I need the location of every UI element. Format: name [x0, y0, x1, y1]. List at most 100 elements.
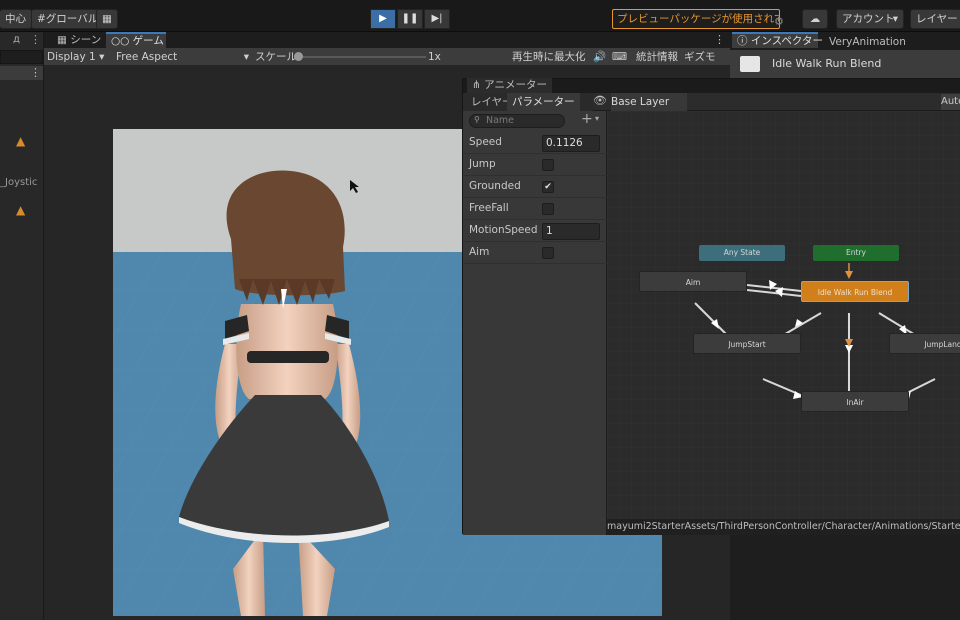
tab-animator-label: アニメーター — [484, 79, 547, 91]
chevron-down-icon: ▾ — [243, 51, 249, 63]
parameter-row[interactable]: FreeFall — [463, 198, 607, 220]
tab-very-animation[interactable]: VeryAnimation — [824, 34, 911, 50]
gizmos-dropdown[interactable]: ギズモ — [684, 48, 716, 66]
tab-inspector[interactable]: ⓘ インスペクター — [732, 32, 823, 48]
parameter-row[interactable]: Jump — [463, 154, 607, 176]
animator-controller-path: mayumi2StarterAssets/ThirdPersonControll… — [607, 519, 960, 535]
parameter-row[interactable]: Speed 0.1126 — [463, 132, 607, 154]
stats-toggle[interactable]: 統計情報 — [636, 48, 678, 66]
parameter-value-field[interactable]: 0.1126 — [542, 135, 600, 152]
parameter-checkbox[interactable] — [542, 247, 554, 259]
animator-tabbar: ⋔ アニメーター — [463, 78, 960, 93]
chevron-down-icon: ▾ — [99, 51, 105, 63]
step-icon: ▶| — [431, 13, 443, 24]
pause-icon: ❚❚ — [401, 13, 419, 24]
chevron-down-icon[interactable]: ▾ — [595, 114, 599, 123]
keyboard-icon[interactable]: ⌨ — [612, 48, 627, 66]
preview-package-notice[interactable]: プレビューパッケージが使用されています — [612, 9, 780, 29]
tab-inspector-label: インスペクター — [750, 35, 823, 47]
pause-button[interactable]: ❚❚ — [397, 9, 423, 29]
grid-snap-button[interactable]: ▦ — [96, 9, 118, 29]
eye-icon[interactable]: 👁 — [593, 94, 607, 107]
animator-subtabs: レイヤー パラメーター — [463, 93, 607, 111]
gamepad-icon: ○○ — [111, 35, 130, 47]
state-jump-land[interactable]: JumpLand — [889, 333, 960, 354]
grid-icon: ▦ — [57, 34, 67, 46]
inspector-object-name: Idle Walk Run Blend — [772, 57, 882, 70]
inspector-tabbar: ⓘ インスペクター VeryAnimation — [730, 32, 960, 50]
parameter-name: Speed — [469, 136, 502, 148]
more-options-icon[interactable]: ⋮ — [30, 66, 41, 79]
tab-game-label: ゲーム — [132, 35, 164, 47]
hierarchy-scene-row[interactable]: ⋮ — [0, 66, 43, 80]
maximize-on-play-toggle[interactable]: 再生時に最大化 — [512, 48, 586, 66]
state-in-air[interactable]: InAir — [801, 391, 909, 412]
scale-slider-handle[interactable] — [294, 52, 303, 61]
parameter-name: MotionSpeed — [469, 224, 538, 236]
account-label: アカウント — [842, 13, 895, 25]
more-options-icon[interactable]: ⋮ — [714, 33, 725, 46]
scale-label: スケール — [255, 51, 297, 63]
state-aim[interactable]: Aim — [639, 271, 747, 292]
scale-slider-track[interactable] — [296, 56, 426, 58]
parameters-panel: ⚲ Name + ▾ Speed 0.1126 Jump Grounded ✔ FreeF… — [463, 111, 607, 535]
pivot-toggle[interactable]: 中心 — [0, 9, 32, 29]
layer-breadcrumb-bar: 👁 Base Layer Auto — [593, 93, 960, 111]
aspect-dropdown[interactable]: Free Aspect ▾ — [116, 48, 249, 66]
auto-live-link-button[interactable]: Auto — [941, 94, 960, 110]
global-toggle[interactable]: #グローバル — [31, 9, 105, 29]
parameter-row[interactable]: Aim — [463, 242, 607, 264]
hierarchy-item-joystick[interactable]: _Joystic — [0, 177, 37, 188]
animator-icon: ⋔ — [472, 79, 481, 91]
tab-scene-label: シーン — [70, 34, 102, 46]
hierarchy-panel: д ⋮ ⋮ ▲ _Joystic ▲ — [0, 32, 44, 620]
prefab-icon[interactable]: ▲ — [16, 203, 25, 217]
tab-game[interactable]: ○○ ゲーム — [106, 32, 166, 48]
account-dropdown[interactable]: アカウント ▾ — [836, 9, 904, 29]
animator-state-icon — [740, 56, 760, 72]
parameter-row[interactable]: MotionSpeed 1 — [463, 220, 607, 242]
display-label: Display 1 — [47, 51, 96, 63]
more-options-icon[interactable]: ⋮ — [30, 33, 41, 46]
parameter-name: Grounded — [469, 180, 521, 192]
cloud-button[interactable]: ☁ — [802, 9, 828, 29]
info-icon: ⓘ — [737, 35, 748, 47]
tab-scene[interactable]: ▦ シーン — [52, 32, 106, 48]
step-button[interactable]: ▶| — [424, 9, 450, 29]
play-icon: ▶ — [379, 13, 387, 24]
search-icon: ⚲ — [474, 115, 480, 124]
parameter-value-field[interactable]: 1 — [542, 223, 600, 240]
parameter-checkbox[interactable] — [542, 159, 554, 171]
prefab-icon[interactable]: ▲ — [16, 134, 25, 148]
state-machine-graph[interactable]: Any State Entry Aim Idle Walk Run Blend … — [607, 111, 960, 535]
tab-parameters[interactable]: パラメーター — [507, 93, 580, 111]
state-entry[interactable]: Entry — [813, 245, 899, 261]
parameter-checkbox[interactable] — [542, 203, 554, 215]
parameter-name: Jump — [469, 158, 496, 170]
game-view-toolbar: Display 1 ▾ Free Aspect ▾ スケール 1x 再生時に最大… — [44, 48, 730, 66]
hierarchy-search[interactable] — [0, 50, 43, 64]
parameter-checkbox[interactable]: ✔ — [542, 181, 554, 193]
state-idle-walk-run-blend[interactable]: Idle Walk Run Blend — [801, 281, 909, 302]
aspect-label: Free Aspect — [116, 51, 178, 63]
search-placeholder: Name — [486, 115, 515, 126]
parameter-row[interactable]: Grounded ✔ — [463, 176, 607, 198]
settings-icon[interactable]: ⚙ — [774, 15, 784, 28]
lock-icon[interactable]: д — [13, 34, 20, 45]
display-dropdown[interactable]: Display 1 ▾ — [47, 48, 104, 66]
parameter-search-input[interactable]: ⚲ Name — [469, 114, 565, 128]
scale-value: 1x — [428, 51, 441, 63]
animator-window: ⋔ アニメーター レイヤー パラメーター 👁 Base Layer Auto ⚲… — [462, 78, 960, 535]
tab-animator[interactable]: ⋔ アニメーター — [467, 78, 552, 93]
play-button[interactable]: ▶ — [370, 9, 396, 29]
breadcrumb-base-layer[interactable]: Base Layer — [611, 93, 688, 111]
parameter-name: Aim — [469, 246, 490, 258]
grid-icon: ▦ — [102, 13, 112, 25]
layers-dropdown[interactable]: レイヤー — [910, 9, 960, 29]
add-parameter-button[interactable]: + — [581, 111, 593, 127]
state-graph-canvas — [607, 111, 960, 535]
state-jump-start[interactable]: JumpStart — [693, 333, 801, 354]
audio-mute-icon[interactable]: 🔊 — [593, 48, 606, 66]
cloud-icon: ☁ — [809, 13, 821, 25]
state-any-state[interactable]: Any State — [699, 245, 785, 261]
